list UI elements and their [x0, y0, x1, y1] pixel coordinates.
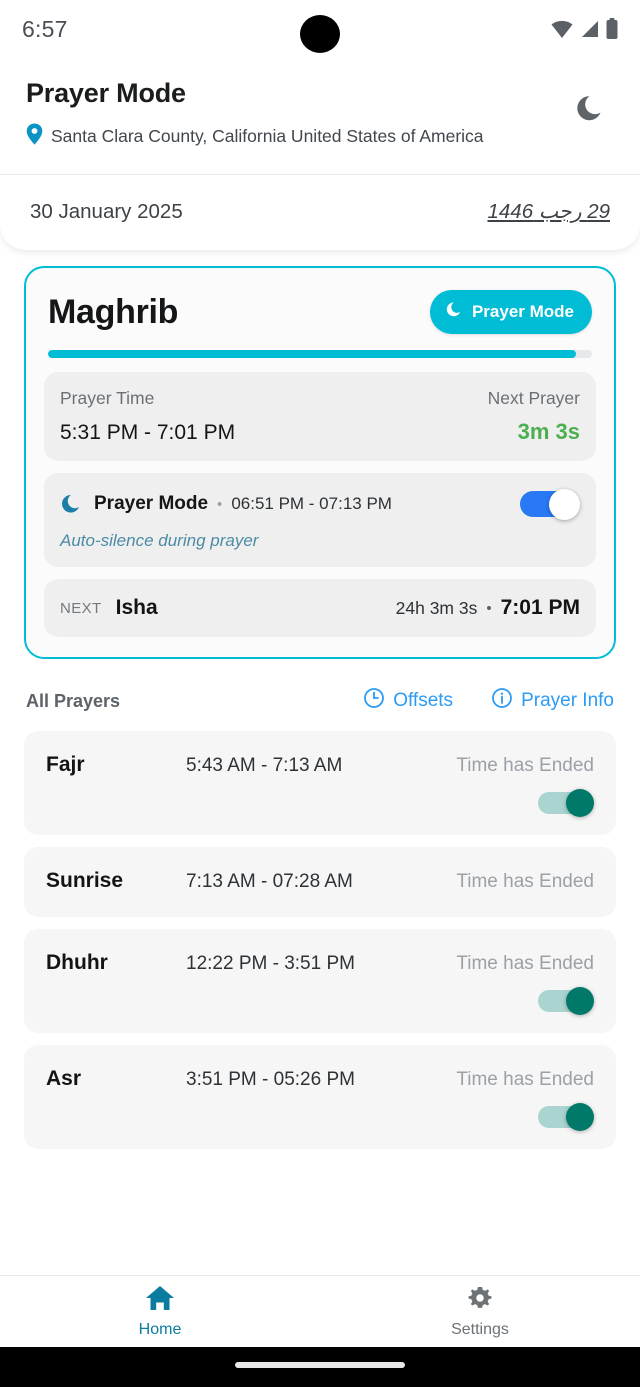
prayer-notification-toggle[interactable]: [538, 987, 594, 1015]
prayer-time-labels: Prayer Time Next Prayer: [60, 388, 580, 409]
prayer-time-range: 7:13 AM - 07:28 AM: [186, 871, 353, 892]
prayer-time-value: 5:31 PM - 7:01 PM: [60, 421, 236, 444]
prayer-row-main: Asr 3:51 PM - 05:26 PM Time has Ended: [46, 1067, 594, 1091]
prayer-name: Asr: [46, 1067, 82, 1090]
next-prayer-right: 24h 3m 3s • 7:01 PM: [396, 596, 580, 620]
system-gesture-area: [0, 1347, 640, 1387]
prayer-mode-toggle[interactable]: [520, 489, 580, 520]
offsets-label: Offsets: [393, 690, 454, 711]
moon-icon: [60, 492, 84, 516]
current-prayer-name: Maghrib: [48, 292, 179, 331]
prayer-mode-row: Prayer Mode • 06:51 PM - 07:13 PM: [60, 489, 580, 520]
info-icon: [491, 687, 513, 715]
prayer-mode-subtitle: Auto-silence during prayer: [60, 531, 259, 550]
status-bar-icons: [550, 18, 618, 40]
battery-icon: [606, 18, 618, 40]
prayer-time-values: 5:31 PM - 7:01 PM 3m 3s: [60, 419, 580, 445]
offsets-button[interactable]: Offsets: [363, 687, 453, 715]
app-header: Prayer Mode Santa Clara County, Californ…: [0, 58, 640, 174]
gregorian-date: 30 January 2025: [30, 199, 183, 223]
prayer-toggle-wrap: [46, 975, 594, 1015]
home-icon: [145, 1284, 175, 1317]
nav-item-home-label: Home: [138, 1321, 182, 1338]
location-text: Santa Clara County, California United St…: [51, 126, 484, 146]
prayer-name: Sunrise: [46, 869, 124, 892]
next-prayer-name: Isha: [115, 596, 158, 619]
prayer-progress-fill: [48, 350, 576, 358]
all-prayers-title: All Prayers: [26, 690, 121, 711]
prayer-time-label: Prayer Time: [60, 388, 155, 408]
table-row[interactable]: Sunrise 7:13 AM - 07:28 AM Time has Ende…: [24, 847, 616, 917]
app-screen: 6:57 Prayer Mode Santa Clara County, Cal…: [0, 0, 640, 1387]
prayer-row-main: Sunrise 7:13 AM - 07:28 AM Time has Ende…: [46, 869, 594, 893]
next-prayer-label: Next Prayer: [487, 388, 580, 408]
map-pin-icon: [26, 123, 43, 150]
clock-icon: [363, 687, 385, 715]
prayer-toggle-wrap: [46, 1091, 594, 1131]
prayer-status: Time has Ended: [456, 871, 594, 892]
nav-item-settings[interactable]: Settings: [320, 1284, 640, 1339]
moon-icon: [445, 300, 464, 324]
next-prayer-countdown: 3m 3s: [517, 419, 580, 444]
status-bar: 6:57: [0, 0, 640, 58]
cellular-signal-icon: [580, 19, 600, 39]
prayer-time-panel: Prayer Time Next Prayer 5:31 PM - 7:01 P…: [44, 372, 596, 461]
moon-icon[interactable]: [574, 92, 608, 131]
table-row[interactable]: Fajr 5:43 AM - 7:13 AM Time has Ended: [24, 731, 616, 835]
prayer-mode-title: Prayer Mode: [94, 493, 209, 514]
home-gesture-bar[interactable]: [235, 1362, 405, 1368]
nav-item-home[interactable]: Home: [0, 1284, 320, 1339]
date-card: 30 January 2025 29 رجب 1446: [0, 174, 640, 250]
table-row[interactable]: Asr 3:51 PM - 05:26 PM Time has Ended: [24, 1045, 616, 1149]
app-header-left: Prayer Mode Santa Clara County, Californ…: [26, 78, 574, 150]
prayer-status: Time has Ended: [456, 953, 594, 974]
prayer-status: Time has Ended: [456, 755, 594, 776]
prayer-progress-bar: [48, 350, 592, 358]
prayer-row-main: Fajr 5:43 AM - 7:13 AM Time has Ended: [46, 753, 594, 777]
prayer-mode-toggle-thumb: [549, 489, 580, 520]
prayer-toggle-thumb: [566, 789, 594, 817]
prayer-toggle-thumb: [566, 1103, 594, 1131]
prayer-mode-chip-button[interactable]: Prayer Mode: [429, 290, 592, 334]
prayer-info-button[interactable]: Prayer Info: [491, 687, 614, 715]
next-prayer-panel[interactable]: NEXT Isha 24h 3m 3s • 7:01 PM: [44, 579, 596, 637]
prayer-notification-toggle[interactable]: [538, 789, 594, 817]
prayer-toggle-thumb: [566, 987, 594, 1015]
prayer-time-range: 12:22 PM - 3:51 PM: [186, 953, 355, 974]
table-row[interactable]: Dhuhr 12:22 PM - 3:51 PM Time has Ended: [24, 929, 616, 1033]
next-prayer-separator: •: [486, 599, 492, 617]
prayer-mode-chip-label: Prayer Mode: [471, 302, 574, 321]
next-prayer-full-countdown: 24h 3m 3s: [395, 597, 478, 618]
nav-item-settings-label: Settings: [451, 1321, 509, 1338]
current-prayer-card: Maghrib Prayer Mode Prayer Time Next Pra…: [24, 266, 616, 659]
all-prayers-header: All Prayers Offsets Prayer Info: [0, 659, 640, 731]
wifi-icon: [550, 19, 574, 39]
gear-icon: [465, 1284, 495, 1317]
prayer-time-range: 5:43 AM - 7:13 AM: [186, 755, 343, 776]
prayer-mode-panel: Prayer Mode • 06:51 PM - 07:13 PM Auto-s…: [44, 473, 596, 567]
next-prayer-kicker: NEXT: [60, 599, 102, 617]
current-prayer-header: Maghrib Prayer Mode: [44, 286, 596, 334]
status-bar-clock: 6:57: [22, 15, 68, 42]
page-title: Prayer Mode: [26, 78, 186, 108]
prayer-name: Fajr: [46, 753, 85, 776]
bottom-navigation: Home Settings: [0, 1275, 640, 1347]
prayer-notification-toggle[interactable]: [538, 1103, 594, 1131]
prayer-info-label: Prayer Info: [521, 690, 614, 711]
prayer-list: Fajr 5:43 AM - 7:13 AM Time has Ended Su…: [0, 731, 640, 1149]
prayer-mode-separator: •: [217, 495, 223, 513]
prayer-status: Time has Ended: [456, 1069, 594, 1090]
hijri-date[interactable]: 29 رجب 1446: [487, 199, 610, 224]
front-camera-notch: [300, 15, 340, 53]
next-prayer-time: 7:01 PM: [500, 596, 580, 619]
location-row[interactable]: Santa Clara County, California United St…: [26, 123, 574, 150]
prayer-mode-window: 06:51 PM - 07:13 PM: [231, 494, 392, 513]
prayer-name: Dhuhr: [46, 951, 108, 974]
prayer-time-range: 3:51 PM - 05:26 PM: [186, 1069, 355, 1090]
prayer-row-main: Dhuhr 12:22 PM - 3:51 PM Time has Ended: [46, 951, 594, 975]
prayer-toggle-wrap: [46, 777, 594, 817]
